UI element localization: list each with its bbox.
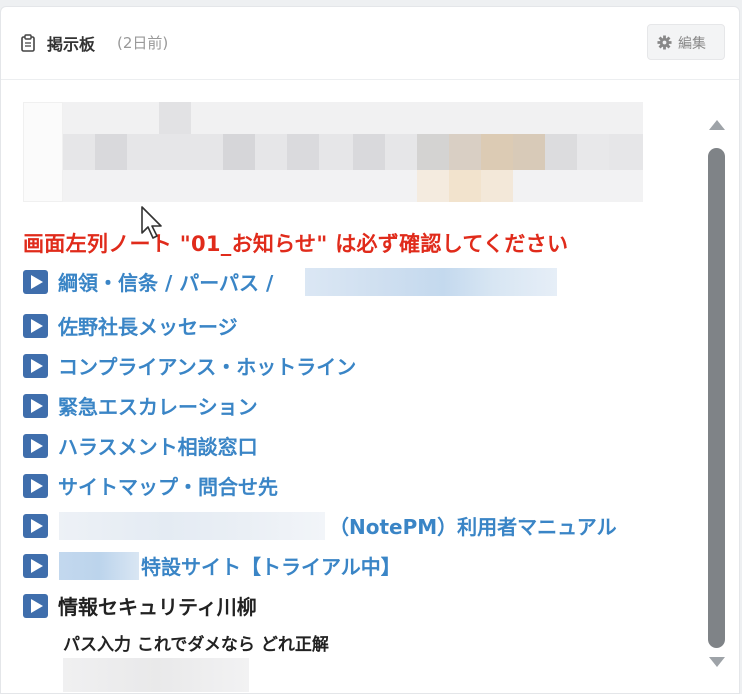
edit-button[interactable]: 編集 xyxy=(647,24,725,60)
link-item-philosophy[interactable]: 綱領・信条 / パーパス / xyxy=(23,266,583,296)
link-item-emergency-escalation[interactable]: 緊急エスカレーション xyxy=(23,390,423,420)
redacted-text xyxy=(305,268,557,296)
panel-content: 画面左列ノート "01_お知らせ" は必ず確認してください 綱領・信条 / パー… xyxy=(1,80,739,693)
link-item-compliance-hotline[interactable]: コンプライアンス・ホットライン xyxy=(23,350,473,380)
redacted-banner-image xyxy=(23,102,643,202)
mouse-cursor-icon xyxy=(141,206,162,239)
section-label: 情報セキュリティ川柳 xyxy=(58,595,257,619)
link-item-notepm-manual[interactable]: （NotePM）利用者マニュアル xyxy=(23,510,683,540)
redacted-text xyxy=(59,552,139,580)
bulletin-board-panel: 掲示板 (2日前) 編集 画面左列ノート "01_お知らせ" は必ず確認してくだ… xyxy=(0,6,740,694)
link-item-sitemap-contact[interactable]: サイトマップ・問合せ先 xyxy=(23,470,423,500)
play-icon xyxy=(23,594,48,618)
panel-timestamp: (2日前) xyxy=(117,34,169,52)
redacted-text xyxy=(59,512,325,540)
scrollbar-thumb[interactable] xyxy=(708,148,725,648)
link-item-special-site[interactable]: 特設サイト【トライアル中】 xyxy=(23,550,483,580)
play-icon xyxy=(23,514,48,538)
scroll-down-arrow[interactable] xyxy=(709,657,725,667)
link-item-president-message[interactable]: 佐野社長メッセージ xyxy=(23,310,423,340)
senryu-line: パス入力 これでダメなら どれ正解 xyxy=(63,635,329,655)
link-text[interactable]: コンプライアンス・ホットライン xyxy=(58,351,356,380)
link-text[interactable]: ハラスメント相談窓口 xyxy=(58,431,258,460)
notice-text: 画面左列ノート "01_お知らせ" は必ず確認してください xyxy=(23,232,569,256)
section-security-senryu: 情報セキュリティ川柳 xyxy=(23,590,423,620)
edit-button-label: 編集 xyxy=(678,36,706,52)
link-text[interactable]: 綱領・信条 / パーパス / xyxy=(58,267,273,296)
panel-header: 掲示板 (2日前) 編集 xyxy=(1,7,739,80)
link-text[interactable]: 佐野社長メッセージ xyxy=(58,311,238,340)
play-icon xyxy=(23,474,48,498)
link-text[interactable]: サイトマップ・問合せ先 xyxy=(58,471,278,500)
link-item-harassment-consultation[interactable]: ハラスメント相談窓口 xyxy=(23,430,423,460)
play-icon xyxy=(23,314,48,338)
play-icon xyxy=(23,554,48,578)
redacted-text-block xyxy=(63,658,249,692)
link-text[interactable]: 特設サイト【トライアル中】 xyxy=(141,551,401,580)
scroll-up-arrow[interactable] xyxy=(709,120,725,130)
gear-icon xyxy=(657,35,672,50)
link-text[interactable]: （NotePM）利用者マニュアル xyxy=(329,511,617,540)
play-icon xyxy=(23,354,48,378)
clipboard-icon xyxy=(21,34,35,52)
link-text[interactable]: 緊急エスカレーション xyxy=(58,391,258,420)
play-icon xyxy=(23,394,48,418)
panel-title: 掲示板 xyxy=(47,35,96,54)
play-icon xyxy=(23,270,48,294)
play-icon xyxy=(23,434,48,458)
